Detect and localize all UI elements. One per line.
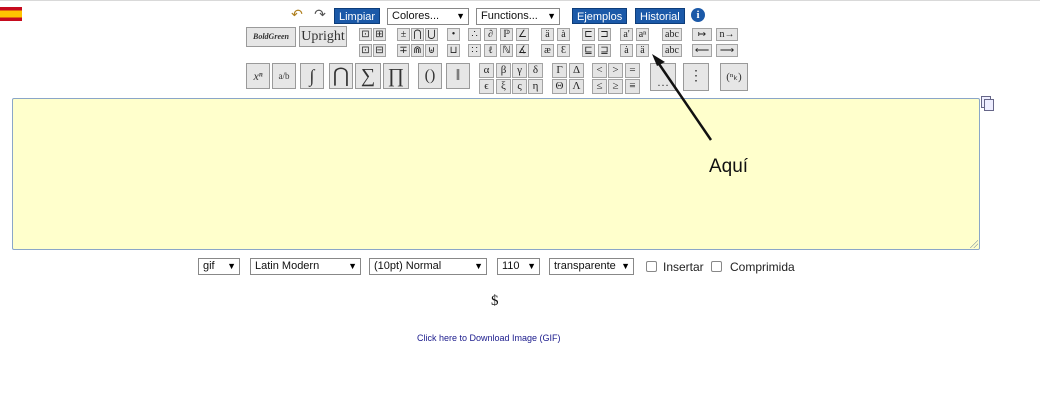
size-dropdown[interactable]: (10pt) Normal ▼ [369, 258, 487, 275]
download-image-link[interactable]: Click here to Download Image (GIF) [417, 333, 561, 343]
chevron-down-icon: ▼ [348, 261, 357, 271]
chevron-down-icon: ▼ [527, 261, 536, 271]
chevron-down-icon: ▼ [227, 261, 236, 271]
comprimida-label: Comprimida [730, 260, 795, 274]
background-dropdown[interactable]: transparente ▼ [549, 258, 634, 275]
insertar-label: Insertar [663, 260, 704, 274]
comprimida-checkbox[interactable] [711, 261, 722, 272]
font-value: Latin Modern [255, 260, 320, 272]
equation-preview: $ [491, 293, 499, 309]
dpi-dropdown[interactable]: 110 ▼ [497, 258, 540, 275]
annotation-arrow [652, 54, 713, 141]
format-value: gif [203, 260, 215, 272]
chevron-down-icon: ▼ [621, 261, 630, 271]
size-value: (10pt) Normal [374, 260, 442, 272]
format-dropdown[interactable]: gif ▼ [198, 258, 240, 275]
chevron-down-icon: ▼ [474, 261, 483, 271]
annotation-label: Aquí [709, 156, 749, 177]
dpi-value: 110 [502, 260, 520, 272]
font-dropdown[interactable]: Latin Modern ▼ [250, 258, 361, 275]
insertar-checkbox[interactable] [646, 261, 657, 272]
background-value: transparente [554, 260, 616, 272]
